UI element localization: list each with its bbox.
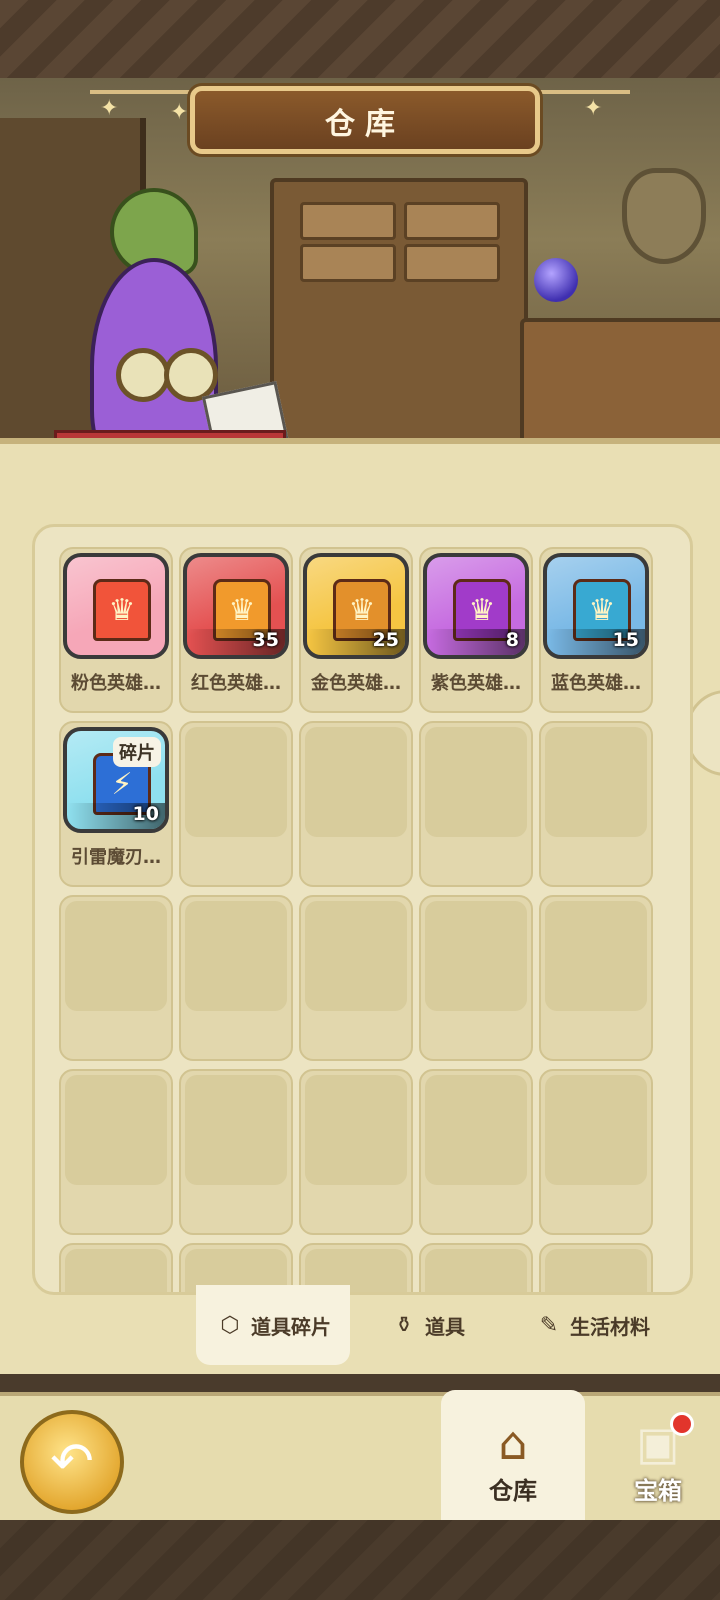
bottom-strip [0, 1520, 720, 1600]
character-body [90, 258, 218, 438]
goggle-left [116, 348, 170, 402]
inventory-cell [539, 721, 653, 887]
item-name: 紫色英雄… [431, 673, 521, 694]
tab-label: 道具碎片 [251, 1314, 331, 1339]
inventory-cell [419, 721, 533, 887]
item-icon: ♛ 8 [423, 553, 529, 659]
empty-slot [185, 901, 287, 1011]
inventory-cell [179, 1069, 293, 1235]
inventory-cell[interactable]: ♛ 35 红色英雄… [179, 547, 293, 713]
tab-label: 生活材料 [570, 1314, 650, 1339]
item-icon: ♛ 25 [303, 553, 409, 659]
inventory-cell[interactable]: ⚡ 10 碎片 引雷魔刃… [59, 721, 173, 887]
item-count: 10 [132, 803, 159, 825]
nav-chest[interactable]: ▣ 宝箱 [586, 1390, 720, 1520]
back-button[interactable]: ↶ [20, 1410, 124, 1514]
inventory-cell [539, 895, 653, 1061]
title-banner: 仓库 [190, 86, 540, 154]
inventory-cell[interactable]: ♛ 8 紫色英雄… [419, 547, 533, 713]
item-icon: ⚡ 10 碎片 [63, 727, 169, 833]
page-title: 仓库 [325, 107, 405, 142]
item-name: 引雷魔刃… [71, 847, 161, 868]
inventory-cell[interactable]: ♛ 粉色英雄… [59, 547, 173, 713]
inventory-cell [539, 1069, 653, 1235]
inventory-cell[interactable]: ♛ 15 蓝色英雄… [539, 547, 653, 713]
empty-slot [185, 1075, 287, 1185]
drawer [300, 202, 396, 240]
nav-label: 仓库 [489, 1477, 537, 1505]
sparkle-icon: ✦ [100, 96, 119, 121]
item-count: 25 [372, 629, 399, 651]
inventory-cell [59, 895, 173, 1061]
eggplant-shopkeeper [60, 188, 295, 438]
inventory-grid-area: ♛ 粉色英雄… ♛ 35 红色英雄… ♛ 25 金色英雄… ♛ 8 紫色英雄… ♛ 15 蓝色英雄… ⚡ 10… [32, 524, 693, 1295]
empty-slot [305, 727, 407, 837]
goggle-right [164, 348, 218, 402]
drawer [300, 244, 396, 282]
inventory-cell [179, 721, 293, 887]
empty-slot [65, 901, 167, 1011]
sparkle-icon: ✦ [584, 96, 603, 121]
drawer [404, 202, 500, 240]
category-tabs: ⬡ 道具碎片 ⚱ 道具 ✎ 生活材料 [32, 1285, 687, 1371]
item-count: 35 [252, 629, 279, 651]
nav-label: 宝箱 [634, 1477, 682, 1505]
empty-slot [425, 901, 527, 1011]
item-icon: ♛ [63, 553, 169, 659]
inventory-cell [419, 895, 533, 1061]
empty-slot [545, 727, 647, 837]
drawer-cabinet [270, 178, 528, 438]
inventory-cell [299, 895, 413, 1061]
shield-emblem-icon [622, 168, 706, 264]
item-count: 15 [612, 629, 639, 651]
wooden-counter [520, 318, 720, 438]
sparkle-icon: ✦ [170, 100, 189, 125]
tab-life-materials[interactable]: ✎ 生活材料 [512, 1285, 672, 1365]
warehouse-icon: ⌂ [498, 1416, 528, 1470]
back-arrow-icon: ↶ [50, 1432, 94, 1492]
notification-badge [670, 1412, 694, 1436]
nav-warehouse[interactable]: ⌂ 仓库 [441, 1390, 585, 1520]
empty-slot [305, 901, 407, 1011]
item-icon: ♛ 15 [543, 553, 649, 659]
empty-slot [305, 1075, 407, 1185]
empty-slot [425, 1075, 527, 1185]
empty-slot [545, 901, 647, 1011]
item-name: 红色英雄… [191, 673, 281, 694]
inventory-cell [299, 1069, 413, 1235]
potion-icon: ⚱ [394, 1312, 414, 1338]
tab-label: 道具 [425, 1314, 465, 1339]
fragment-tag: 碎片 [113, 737, 161, 767]
inventory-cell [299, 721, 413, 887]
item-name: 金色英雄… [311, 673, 401, 694]
inventory-cell [179, 895, 293, 1061]
feather-icon: ✎ [539, 1312, 559, 1338]
inventory-cell[interactable]: ♛ 25 金色英雄… [299, 547, 413, 713]
inventory-cell [59, 1069, 173, 1235]
inventory-cell [419, 1069, 533, 1235]
fragment-icon: ⬡ [220, 1312, 240, 1338]
top-status-strip [0, 0, 720, 78]
tab-item-fragments[interactable]: ⬡ 道具碎片 [196, 1285, 350, 1365]
empty-slot [545, 1075, 647, 1185]
item-icon: ♛ 35 [183, 553, 289, 659]
tab-items[interactable]: ⚱ 道具 [362, 1285, 492, 1365]
item-count: 8 [505, 629, 519, 651]
item-name: 粉色英雄… [71, 673, 161, 694]
empty-slot [185, 727, 287, 837]
empty-slot [425, 727, 527, 837]
pink-hero-emblem-icon: ♛ [93, 579, 151, 641]
drawer [404, 244, 500, 282]
item-name: 蓝色英雄… [551, 673, 641, 694]
crystal-ball-icon [534, 258, 578, 302]
empty-slot [65, 1075, 167, 1185]
